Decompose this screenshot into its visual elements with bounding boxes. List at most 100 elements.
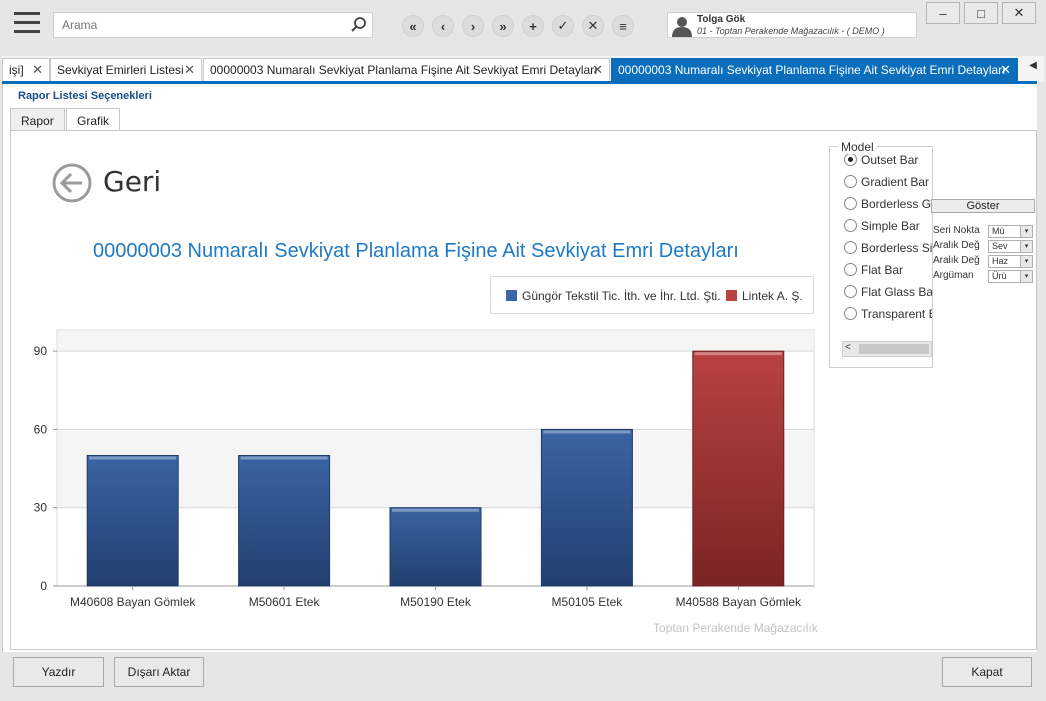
setting-label: Aralık Değ — [933, 240, 980, 251]
setting-select[interactable]: Mü ▾ — [988, 225, 1033, 238]
setting-row: Aralık Değ Haz ▾ — [933, 255, 1035, 269]
show-button[interactable]: Göster — [931, 199, 1035, 213]
avatar-icon — [671, 15, 693, 37]
bar[interactable] — [238, 455, 331, 587]
minimize-button[interactable]: – — [926, 2, 960, 24]
bar[interactable] — [86, 455, 179, 587]
next-icon[interactable]: › — [462, 15, 484, 37]
model-scrollbar[interactable]: < — [842, 341, 932, 357]
setting-select[interactable]: Haz ▾ — [988, 255, 1033, 268]
back-arrow-icon[interactable] — [51, 162, 93, 204]
bar[interactable] — [692, 350, 785, 587]
model-option-label: Transparent B — [861, 307, 933, 321]
radio-button[interactable] — [844, 241, 857, 254]
document-tab-strip: işi] ✕ Sevkiyat Emirleri Listesi ✕ 00000… — [2, 56, 1044, 82]
chart-legend: Güngör Tekstil Tic. İth. ve İhr. Ltd. Şt… — [490, 276, 814, 314]
prev-icon[interactable]: ‹ — [432, 15, 454, 37]
model-option-label: Simple Bar — [861, 219, 920, 233]
tab-label: Sevkiyat Emirleri Listesi — [57, 63, 184, 77]
setting-select[interactable]: Ürü ▾ — [988, 270, 1033, 283]
cancel-icon[interactable]: ✕ — [582, 15, 604, 37]
legend-item: Güngör Tekstil Tic. İth. ve İhr. Ltd. Şt… — [506, 289, 721, 303]
setting-label: Aralık Değ — [933, 255, 980, 266]
close-tab-icon[interactable]: ✕ — [32, 62, 43, 78]
user-info: Tolga Gök 01 - Toptan Perakende Mağazacı… — [667, 12, 917, 38]
model-option[interactable]: Flat Glass Bar — [844, 285, 933, 299]
tab-scroll-left-icon[interactable]: ◀ — [1026, 60, 1040, 78]
setting-select[interactable]: Sev ▾ — [988, 240, 1033, 253]
radio-button[interactable] — [844, 285, 857, 298]
model-option[interactable]: Gradient Bar — [844, 175, 929, 189]
scroll-left-icon[interactable]: < — [845, 342, 851, 353]
setting-row: Seri Nokta Mü ▾ — [933, 225, 1035, 239]
legend-swatch — [506, 290, 517, 301]
bar-chart: 0 30 60 90 M40608 Bayan Gömlek M50601 Etek M50… — [34, 329, 815, 609]
setting-row: Aralık Değ Sev ▾ — [933, 240, 1035, 254]
search-icon[interactable] — [350, 16, 368, 34]
back-button[interactable]: Geri — [103, 165, 161, 198]
tab-item[interactable]: 00000003 Numaralı Sevkiyat Planlama Fişi… — [203, 58, 610, 82]
close-tab-icon[interactable]: ✕ — [1000, 62, 1011, 78]
x-tick-label: M50601 Etek — [249, 595, 321, 609]
close-button[interactable]: Kapat — [942, 657, 1032, 687]
export-button[interactable]: Dışarı Aktar — [114, 657, 204, 687]
search-box — [53, 12, 373, 38]
scroll-thumb[interactable] — [859, 344, 929, 354]
chart-title: 00000003 Numaralı Sevkiyat Planlama Fişi… — [93, 240, 739, 262]
chevron-down-icon[interactable]: ▾ — [1020, 271, 1032, 282]
model-option[interactable]: Borderless Gr — [844, 197, 932, 211]
tab-item-active[interactable]: 00000003 Numaralı Sevkiyat Planlama Fişi… — [611, 58, 1018, 82]
bar[interactable] — [540, 428, 633, 587]
y-tick-label: 0 — [40, 579, 47, 593]
radio-button[interactable] — [844, 219, 857, 232]
setting-value: Mü — [992, 226, 1005, 236]
add-icon[interactable]: + — [522, 15, 544, 37]
tab-label: işi] — [9, 63, 24, 77]
model-option[interactable]: Borderless Si — [844, 241, 932, 255]
setting-value: Ürü — [992, 271, 1007, 281]
grid-band — [58, 331, 813, 352]
tab-item[interactable]: işi] ✕ — [2, 58, 50, 82]
close-window-button[interactable]: ✕ — [1002, 2, 1036, 24]
minimize-icon: – — [939, 5, 947, 21]
close-tab-icon[interactable]: ✕ — [592, 62, 603, 78]
search-input[interactable] — [54, 13, 344, 37]
hamburger-menu-icon[interactable] — [14, 12, 40, 36]
radio-button[interactable] — [844, 307, 857, 320]
tab-item[interactable]: Sevkiyat Emirleri Listesi ✕ — [50, 58, 202, 82]
y-tick-label: 60 — [34, 422, 48, 436]
bar-highlight — [392, 508, 479, 512]
radio-button[interactable] — [844, 197, 857, 210]
chevron-down-icon[interactable]: ▾ — [1020, 241, 1032, 252]
setting-value: Haz — [992, 256, 1009, 266]
print-button[interactable]: Yazdır — [13, 657, 104, 687]
radio-button[interactable] — [844, 153, 857, 166]
maximize-button[interactable]: □ — [964, 2, 998, 24]
chevron-down-icon[interactable]: ▾ — [1020, 256, 1032, 267]
model-option-label: Flat Glass Bar — [861, 285, 933, 299]
last-icon[interactable]: » — [492, 15, 514, 37]
bar[interactable] — [389, 507, 482, 587]
model-option-label: Gradient Bar — [861, 175, 930, 189]
chevron-down-icon[interactable]: ▾ — [1020, 226, 1032, 237]
radio-button[interactable] — [844, 175, 857, 188]
tab-grafik[interactable]: Grafik — [66, 108, 121, 131]
list-icon[interactable]: ≡ — [612, 15, 634, 37]
model-option[interactable]: Flat Bar — [844, 263, 903, 277]
model-option[interactable]: Simple Bar — [844, 219, 920, 233]
tab-rapor[interactable]: Rapor — [10, 108, 65, 130]
model-option-label: Flat Bar — [861, 263, 904, 277]
model-option[interactable]: Transparent B — [844, 307, 933, 321]
legend-label: Lintek A. Ş. — [742, 289, 803, 303]
close-tab-icon[interactable]: ✕ — [184, 62, 195, 78]
first-icon[interactable]: « — [402, 15, 424, 37]
setting-label: Argüman — [933, 270, 974, 281]
radio-button[interactable] — [844, 263, 857, 276]
model-option[interactable]: Outset Bar — [844, 153, 918, 167]
bar-highlight — [694, 352, 782, 356]
y-tick-label: 90 — [34, 344, 48, 358]
bar-highlight — [543, 430, 631, 434]
x-tick-label: M50190 Etek — [400, 595, 472, 609]
close-icon: ✕ — [1013, 5, 1025, 20]
check-icon[interactable]: ✓ — [552, 15, 574, 37]
